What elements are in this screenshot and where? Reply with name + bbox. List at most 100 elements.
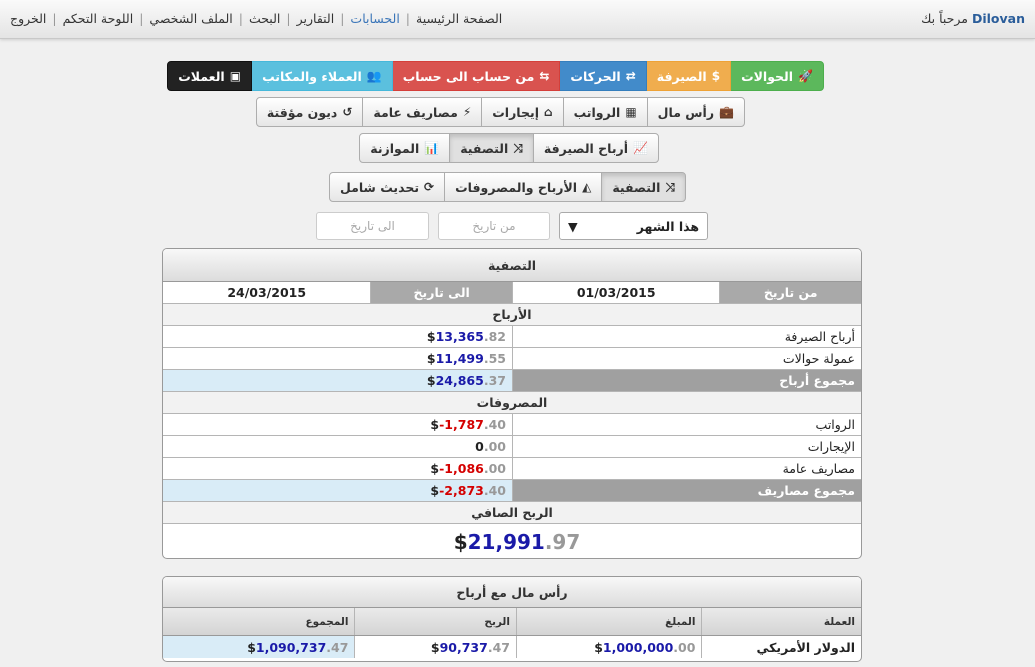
settlement-button[interactable]: ⤨ التصفية [449, 133, 534, 163]
to-date-input[interactable]: الى تاريخ [316, 212, 429, 240]
nav-search[interactable]: البحث [249, 11, 280, 26]
exchange-icon: ⇄ [625, 69, 636, 83]
nav-home[interactable]: الصفحة الرئيسية [416, 11, 502, 26]
net-profit-row: $21,991.97 [163, 524, 861, 558]
period-value: هذا الشهر [636, 218, 699, 234]
username[interactable]: Dilovan [972, 11, 1025, 26]
currencies-button[interactable]: ▣ العملات [167, 61, 253, 91]
table-row: عمولة حوالات $11,499.55 [163, 348, 861, 370]
currency-symbol: $ [430, 483, 440, 498]
currency-symbol: $ [430, 461, 440, 476]
row-value: $ -1,787.40 [163, 414, 512, 435]
profits-heading-row: الأرباح [163, 304, 861, 326]
currency-symbol: $ [426, 373, 436, 388]
row-value: $13,365.82 [163, 326, 512, 347]
line-chart-icon: 📈 [633, 141, 648, 155]
nav-reports[interactable]: التقارير [297, 11, 335, 26]
nav-control-panel[interactable]: اللوحة التحكم [63, 11, 134, 26]
history-icon: ↺ [342, 105, 353, 119]
amount-value: $1,000,000.00 [515, 636, 701, 658]
full-refresh-label: تحديث شامل [339, 179, 420, 195]
clients-offices-button[interactable]: 👥 العملاء والمكاتب [251, 61, 393, 91]
value-int: 1,000,000 [602, 639, 674, 655]
nav-profile[interactable]: الملف الشخصي [149, 11, 232, 26]
net-profit-value: $21,991.97 [163, 524, 861, 558]
account-transfer-button[interactable]: ⇆ من حساب الى حساب [391, 61, 561, 91]
salaries-button[interactable]: ▦ الرواتب [562, 97, 648, 127]
table-row: الرواتب $ -1,787.40 [163, 414, 861, 436]
profits-expenses-button[interactable]: ◭ الأرباح والمصروفات [444, 172, 603, 202]
users-icon: 👥 [366, 69, 382, 83]
to-date-placeholder: الى تاريخ [350, 219, 395, 233]
profits-total-row: مجموع أرباح $24,865.37 [163, 370, 861, 392]
nav-accounts[interactable]: الحسابات [350, 11, 399, 26]
welcome-prefix: مرحباً بك [921, 11, 968, 26]
clients-offices-label: العملاء والمكاتب [262, 68, 362, 84]
currency-symbol: $ [430, 417, 440, 432]
date-range-row: من تاريخ 01/03/2015 الى تاريخ 24/03/2015 [163, 282, 861, 304]
expenses-heading-row: المصروفات [163, 392, 861, 414]
rocket-icon: 🚀 [798, 69, 813, 83]
value-dec: .82 [483, 329, 506, 344]
full-refresh-button[interactable]: ⟳ تحديث شامل [328, 172, 446, 202]
value-dec: .97 [544, 530, 581, 554]
row-value: $11,499.55 [163, 348, 512, 369]
rents-button[interactable]: ⌂ إيجارات [481, 97, 564, 127]
exchange-profits-button[interactable]: 📈 أرباح الصيرفة [532, 133, 659, 163]
settlement-title: التصفية [163, 249, 861, 282]
row-label: الإيجارات [512, 436, 861, 457]
row-label: مجموع مصاريف [512, 480, 861, 501]
capital-header-row: العملة المبلغ الربح المجموع [163, 608, 861, 636]
value-dec: .37 [483, 373, 506, 388]
temp-debts-button[interactable]: ↺ ديون مؤقتة [255, 97, 364, 127]
total-value: $1,090,737.47 [163, 636, 355, 658]
account-transfer-label: من حساب الى حساب [402, 68, 535, 84]
nav-separator: | [286, 11, 291, 26]
from-date-label: من تاريخ [719, 282, 861, 303]
from-date-value: 01/03/2015 [511, 282, 719, 303]
value-int: 24,865 [435, 373, 484, 388]
capital-button[interactable]: 💼 رأس مال [646, 97, 745, 127]
nav-separator: | [52, 11, 57, 26]
profit-value: $90,737.47 [354, 636, 516, 658]
row-label: الرواتب [512, 414, 861, 435]
column-header: المبلغ [515, 608, 701, 635]
movements-button[interactable]: ⇄ الحركات [559, 61, 647, 91]
period-select[interactable]: ▼ هذا الشهر [559, 212, 708, 240]
home-icon: ⌂ [543, 105, 553, 119]
settlement-label: التصفية [460, 140, 509, 156]
currency-symbol: $ [426, 329, 436, 344]
to-date-label: الى تاريخ [370, 282, 512, 303]
profits-expenses-label: الأرباح والمصروفات [455, 179, 578, 195]
bar-chart-icon: 📊 [424, 141, 440, 155]
value-dec: .00 [483, 461, 506, 476]
settlement-view-button[interactable]: ⤨ التصفية [601, 172, 686, 202]
exchange-button[interactable]: $ الصيرفة [645, 61, 732, 91]
dollar-icon: $ [711, 69, 721, 83]
nav-logout[interactable]: الخروج [10, 11, 46, 26]
capital-label: رأس مال [657, 104, 715, 120]
row-value: $ -2,873.40 [163, 480, 512, 501]
table-row: أرباح الصيرفة $13,365.82 [163, 326, 861, 348]
row-value: $ -1,086.00 [163, 458, 512, 479]
value-int: -1,787 [439, 417, 484, 432]
currency-symbol: $ [247, 639, 256, 655]
movements-label: الحركات [570, 68, 621, 84]
value-int: -1,086 [439, 461, 484, 476]
general-expenses-button[interactable]: ⚡ مصاريف عامة [362, 97, 483, 127]
table-row: الدولار الأمريكي $1,000,000.00 $90,737.4… [163, 636, 861, 658]
reports-toolbar: 📈 أرباح الصيرفة ⤨ التصفية 📊 الموازنة [359, 133, 659, 163]
column-header: العملة [701, 608, 861, 635]
value-int: 21,991 [467, 530, 545, 554]
calendar-icon: ▦ [625, 105, 637, 119]
salaries-label: الرواتب [573, 104, 621, 120]
retweet-icon: ⇆ [539, 69, 550, 83]
transfers-button[interactable]: 🚀 الحوالات [730, 61, 824, 91]
value-int: 0 [475, 439, 484, 454]
value-int: 90,737 [439, 639, 488, 655]
net-profit-heading: الربح الصافي [163, 502, 861, 523]
from-date-input[interactable]: من تاريخ [438, 212, 550, 240]
table-row: مصاريف عامة $ -1,086.00 [163, 458, 861, 480]
briefcase-icon: 💼 [719, 105, 734, 119]
balance-button[interactable]: 📊 الموازنة [359, 133, 451, 163]
